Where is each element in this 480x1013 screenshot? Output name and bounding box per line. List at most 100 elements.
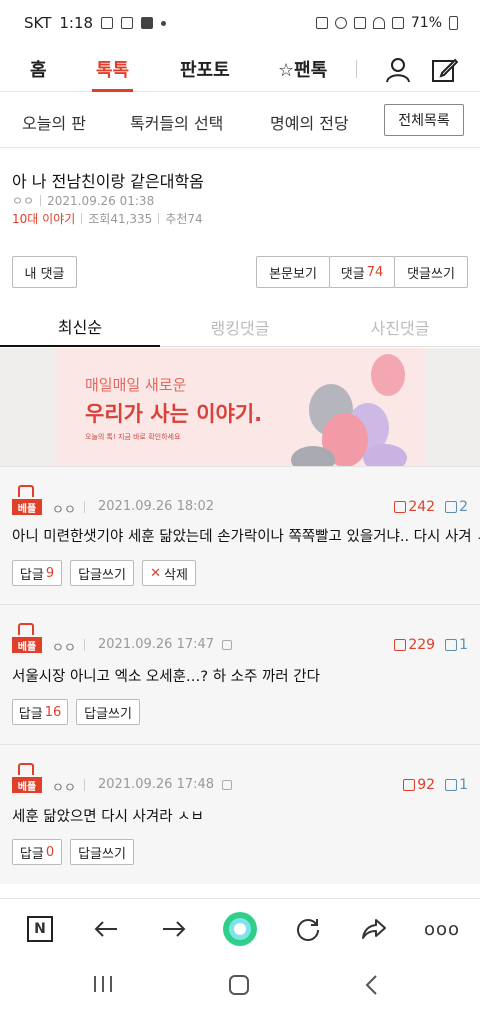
comment-item: 베플 ㅇㅇ 2021.09.26 17:47 229 1 서울시장 아니고 엑소… xyxy=(0,604,480,744)
comment-user: ㅇㅇ xyxy=(52,781,76,796)
post-title: 아 나 전남친이랑 같은대학옴 xyxy=(12,172,204,191)
comments-count: 74 xyxy=(366,264,384,280)
banner-line2: 우리가 사는 이야기. xyxy=(85,402,263,426)
green-dot-icon xyxy=(223,912,257,946)
clock: 1:18 xyxy=(59,14,94,32)
tab-toktok[interactable]: 톡톡 xyxy=(91,46,134,92)
recent-apps-icon[interactable] xyxy=(92,974,114,994)
upvote-button[interactable]: 229 xyxy=(394,637,435,653)
user-icon[interactable] xyxy=(384,56,412,84)
comment-item: 베플 ㅇㅇ 2021.09.26 17:48 92 1 세훈 닮았으면 다시 사… xyxy=(0,744,480,884)
my-comments-button[interactable]: 내 댓글 xyxy=(12,256,77,288)
notification-icon xyxy=(101,17,114,29)
comment-votes: 92 1 xyxy=(403,777,468,793)
alarm-icon xyxy=(334,17,347,29)
ad-banner-area: 매일매일 새로운 우리가 사는 이야기. 오늘의 톡! 지금 바로 확인하세요 xyxy=(0,348,480,466)
comment-item: 베플 ㅇㅇ 2021.09.26 18:02 242 2 아니 미련한샛기야 세… xyxy=(0,466,480,604)
thumb-icon xyxy=(18,763,34,775)
more-notifications-icon xyxy=(161,20,167,26)
subnav-talkers-choice[interactable]: 톡커들의 선택 xyxy=(130,110,223,134)
downvote-button[interactable]: 2 xyxy=(445,499,468,515)
tab-fantok[interactable]: ☆팬톡 xyxy=(278,46,327,92)
nav-divider xyxy=(356,60,357,78)
lock-icon xyxy=(222,639,233,650)
upvote-button[interactable]: 242 xyxy=(394,499,435,515)
more-menu-button[interactable]: ooo xyxy=(422,913,462,945)
home-icon[interactable] xyxy=(228,974,250,996)
downvote-button[interactable]: 1 xyxy=(445,777,468,793)
write-icon[interactable] xyxy=(430,56,458,84)
comment-votes: 229 1 xyxy=(394,637,468,653)
thumb-icon xyxy=(18,623,34,635)
view-post-button[interactable]: 본문보기 xyxy=(256,256,330,288)
status-bar: SKT 1:18 71% xyxy=(0,0,480,46)
post-category[interactable]: 10대 이야기 xyxy=(12,210,75,227)
comment-date: 2021.09.26 18:02 xyxy=(98,499,215,514)
post-meta: ㅇㅇ 2021.09.26 01:38 xyxy=(12,192,154,209)
browser-toolbar: N ooo xyxy=(0,898,480,958)
battery-level: 71% xyxy=(410,15,442,31)
best-reply-badge: 베플 xyxy=(12,623,42,653)
best-reply-badge: 베플 xyxy=(12,763,42,793)
best-reply-badge: 베플 xyxy=(12,485,42,515)
post-author: ㅇㅇ xyxy=(12,194,35,208)
comment-user: ㅇㅇ xyxy=(52,503,76,518)
comment-votes: 242 2 xyxy=(394,499,468,515)
green-dot-button[interactable] xyxy=(222,911,258,947)
comment-user: ㅇㅇ xyxy=(52,641,76,656)
refresh-icon xyxy=(297,919,319,941)
post-views: 조회41,335 xyxy=(88,212,153,226)
banner-line1: 매일매일 새로운 xyxy=(85,376,187,394)
battery-icon xyxy=(449,16,458,30)
tab-home[interactable]: 홈 xyxy=(30,46,47,92)
delete-button[interactable]: ✕ 삭제 xyxy=(142,560,196,586)
reply-count-button[interactable]: 답글 9 xyxy=(12,560,62,586)
arrow-left-icon xyxy=(94,921,117,937)
back-button[interactable] xyxy=(90,913,122,945)
reply-count-button[interactable]: 답글 16 xyxy=(12,699,68,725)
write-reply-button[interactable]: 답글쓰기 xyxy=(70,839,134,865)
top-nav: 홈 톡톡 판포토 ☆팬톡 xyxy=(0,46,480,92)
refresh-button[interactable] xyxy=(292,913,324,945)
subnav-today[interactable]: 오늘의 판 xyxy=(22,110,86,134)
subnav-hall-of-fame[interactable]: 명예의 전당 xyxy=(270,110,349,134)
forward-button[interactable] xyxy=(158,913,190,945)
banner-line3: 오늘의 톡! 지금 바로 확인하세요 xyxy=(85,433,181,441)
tab-latest[interactable]: 최신순 xyxy=(0,307,160,347)
tab-ranking[interactable]: 랭킹댓글 xyxy=(160,307,320,347)
all-list-button[interactable]: 전체목록 xyxy=(384,104,464,136)
tab-panphoto[interactable]: 판포토 xyxy=(180,46,230,92)
thumbs-down-icon xyxy=(445,501,458,513)
comment-text: 아니 미련한샛기야 세훈 닮았는데 손가락이나 쪽쪽빨고 있을거냐.. 다시 사… xyxy=(12,529,480,545)
comments-count-button[interactable]: 댓글 74 xyxy=(329,256,395,288)
post-date: 2021.09.26 01:38 xyxy=(47,193,155,208)
ad-banner[interactable]: 매일매일 새로운 우리가 사는 이야기. 오늘의 톡! 지금 바로 확인하세요 xyxy=(55,348,425,466)
arrow-right-icon xyxy=(163,921,186,937)
thumbs-up-icon xyxy=(403,779,416,791)
x-icon: ✕ xyxy=(150,565,161,581)
tab-photo-comments[interactable]: 사진댓글 xyxy=(320,307,480,347)
back-icon[interactable] xyxy=(364,974,380,996)
comment-date: 2021.09.26 17:48 xyxy=(98,777,233,792)
write-comment-button[interactable]: 댓글쓰기 xyxy=(394,256,468,288)
write-reply-button[interactable]: 답글쓰기 xyxy=(70,560,134,586)
lock-icon xyxy=(315,17,328,29)
signal-icon xyxy=(391,17,404,29)
share-button[interactable] xyxy=(358,913,390,945)
naver-home-button[interactable]: N xyxy=(24,913,56,945)
carrier: SKT xyxy=(24,14,52,32)
wifi-icon xyxy=(372,17,385,29)
downvote-button[interactable]: 1 xyxy=(445,637,468,653)
sub-nav: 오늘의 판 톡커들의 선택 명예의 전당 전체목록 xyxy=(0,92,480,148)
reply-count-button[interactable]: 답글 0 xyxy=(12,839,62,865)
upvote-button[interactable]: 92 xyxy=(403,777,435,793)
mute-icon xyxy=(353,17,366,29)
post-recommends: 추천74 xyxy=(165,212,203,226)
write-reply-button[interactable]: 답글쓰기 xyxy=(76,699,140,725)
thumb-icon xyxy=(18,485,34,497)
comment-text: 서울시장 아니고 엑소 오세훈…? 하 소주 까러 간다 xyxy=(12,669,320,685)
comment-text: 세훈 닮았으면 다시 사겨라 ㅅㅂ xyxy=(12,809,204,825)
app-icon xyxy=(121,17,134,29)
balloons-image xyxy=(291,354,407,466)
thumbs-up-icon xyxy=(394,501,407,513)
